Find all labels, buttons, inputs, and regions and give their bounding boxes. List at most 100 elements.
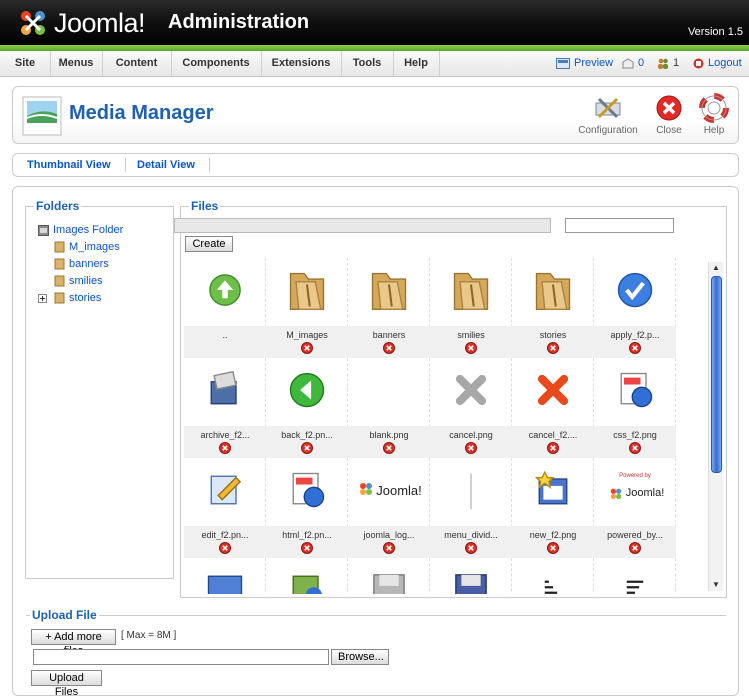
folder-link-m-images[interactable]: M_images [69, 241, 120, 253]
scroll-thumb[interactable] [711, 276, 722, 473]
tree-item-stories[interactable]: stories [38, 290, 123, 307]
tab-thumbnail-view[interactable]: Thumbnail View [13, 158, 126, 172]
file-cell[interactable]: new_f2.png [512, 458, 594, 558]
save-grey-icon[interactable] [348, 558, 430, 594]
sort-desc-icon[interactable] [594, 558, 676, 594]
file-cell[interactable]: cancel.png [430, 358, 512, 458]
preview-link[interactable]: Preview [556, 51, 613, 76]
expand-plus-icon[interactable] [38, 294, 47, 303]
delete-icon[interactable] [465, 542, 477, 554]
delete-icon[interactable] [629, 442, 641, 454]
messages-status[interactable]: 0 [622, 51, 644, 76]
add-more-files-button[interactable]: + Add more files [31, 629, 116, 657]
file-name[interactable]: css_f2.png [594, 430, 676, 440]
file-cell[interactable] [594, 558, 676, 594]
file-name[interactable]: cancel_f2.... [512, 430, 594, 440]
delete-icon[interactable] [547, 542, 559, 554]
messages-count[interactable]: 0 [638, 57, 644, 69]
folder-icon[interactable] [348, 258, 430, 322]
file-cell[interactable]: Powered by Joomla! powered_by... [594, 458, 676, 558]
file-cell[interactable]: back_f2.pn... [266, 358, 348, 458]
file-cell[interactable]: blank.png [348, 358, 430, 458]
joomla-logo-icon[interactable]: Joomla! [348, 458, 430, 522]
grey-x-icon[interactable] [430, 358, 512, 422]
checkmark-icon[interactable] [594, 258, 676, 322]
archive-icon[interactable] [184, 358, 266, 422]
monitor-icon[interactable] [184, 558, 266, 594]
delete-icon[interactable] [219, 442, 231, 454]
file-name[interactable]: .. [184, 330, 266, 340]
menu-tools[interactable]: Tools [341, 51, 394, 76]
file-name[interactable]: archive_f2... [184, 430, 266, 440]
images-folder-link[interactable]: Images Folder [53, 224, 123, 236]
file-name[interactable]: smilies [430, 330, 512, 340]
delete-icon[interactable] [219, 542, 231, 554]
delete-icon[interactable] [301, 342, 313, 354]
file-name[interactable]: banners [348, 330, 430, 340]
menu-components[interactable]: Components [171, 51, 262, 76]
file-name[interactable]: cancel.png [430, 430, 512, 440]
users-status[interactable]: 1 [657, 51, 679, 76]
tab-detail-view[interactable]: Detail View [123, 158, 210, 172]
file-cell[interactable]: M_images [266, 258, 348, 358]
file-name[interactable]: stories [512, 330, 594, 340]
sort-asc-icon[interactable] [512, 558, 594, 594]
scroll-up-arrow-icon[interactable]: ▲ [709, 262, 723, 274]
css-icon[interactable] [594, 358, 676, 422]
menu-menus[interactable]: Menus [50, 51, 103, 76]
delete-icon[interactable] [629, 342, 641, 354]
save-icon[interactable] [430, 558, 512, 594]
help-button[interactable]: Help [698, 93, 730, 139]
file-cell[interactable]: apply_f2.p... [594, 258, 676, 358]
menu-extensions[interactable]: Extensions [261, 51, 342, 76]
delete-icon[interactable] [301, 542, 313, 554]
tree-item-banners[interactable]: banners [38, 256, 123, 273]
menu-help[interactable]: Help [393, 51, 440, 76]
file-cell[interactable]: banners [348, 258, 430, 358]
delete-icon[interactable] [383, 442, 395, 454]
file-path-input[interactable] [33, 649, 329, 665]
delete-icon[interactable] [383, 342, 395, 354]
file-name[interactable]: joomla_log... [348, 530, 430, 540]
menu-content[interactable]: Content [102, 51, 172, 76]
new-folder-name-input[interactable] [565, 218, 674, 233]
delete-icon[interactable] [629, 542, 641, 554]
delete-icon[interactable] [383, 542, 395, 554]
file-cell[interactable]: .. [184, 258, 266, 358]
divider-icon[interactable] [430, 458, 512, 522]
html-icon[interactable] [266, 458, 348, 522]
file-cell[interactable]: cancel_f2.... [512, 358, 594, 458]
blank-icon[interactable] [348, 358, 430, 422]
scroll-down-arrow-icon[interactable]: ▼ [709, 579, 723, 591]
tree-root[interactable]: Images Folder [38, 222, 123, 239]
delete-icon[interactable] [465, 342, 477, 354]
file-cell[interactable] [512, 558, 594, 594]
tree-item-smilies[interactable]: smilies [38, 273, 123, 290]
files-scrollbar[interactable]: ▲ ▼ [708, 262, 723, 591]
file-name[interactable]: menu_divid... [430, 530, 512, 540]
publish-icon[interactable] [266, 558, 348, 594]
file-name[interactable]: new_f2.png [512, 530, 594, 540]
folder-path-input[interactable] [174, 218, 551, 233]
delete-icon[interactable] [547, 342, 559, 354]
back-arrow-icon[interactable] [266, 358, 348, 422]
delete-icon[interactable] [301, 442, 313, 454]
file-name[interactable]: powered_by... [594, 530, 676, 540]
folder-icon[interactable] [512, 258, 594, 322]
close-button[interactable]: Close [653, 93, 685, 139]
edit-icon[interactable] [184, 458, 266, 522]
file-cell[interactable]: html_f2.pn... [266, 458, 348, 558]
powered-by-icon[interactable]: Powered by Joomla! [594, 458, 676, 522]
new-icon[interactable] [512, 458, 594, 522]
file-name[interactable]: apply_f2.p... [594, 330, 676, 340]
file-cell[interactable]: archive_f2... [184, 358, 266, 458]
file-cell[interactable]: smilies [430, 258, 512, 358]
file-name[interactable]: blank.png [348, 430, 430, 440]
folder-link-stories[interactable]: stories [69, 292, 101, 304]
up-arrow-icon[interactable] [184, 258, 266, 322]
file-cell[interactable]: css_f2.png [594, 358, 676, 458]
file-cell[interactable] [430, 558, 512, 594]
delete-icon[interactable] [465, 442, 477, 454]
file-cell[interactable]: stories [512, 258, 594, 358]
file-name[interactable]: back_f2.pn... [266, 430, 348, 440]
